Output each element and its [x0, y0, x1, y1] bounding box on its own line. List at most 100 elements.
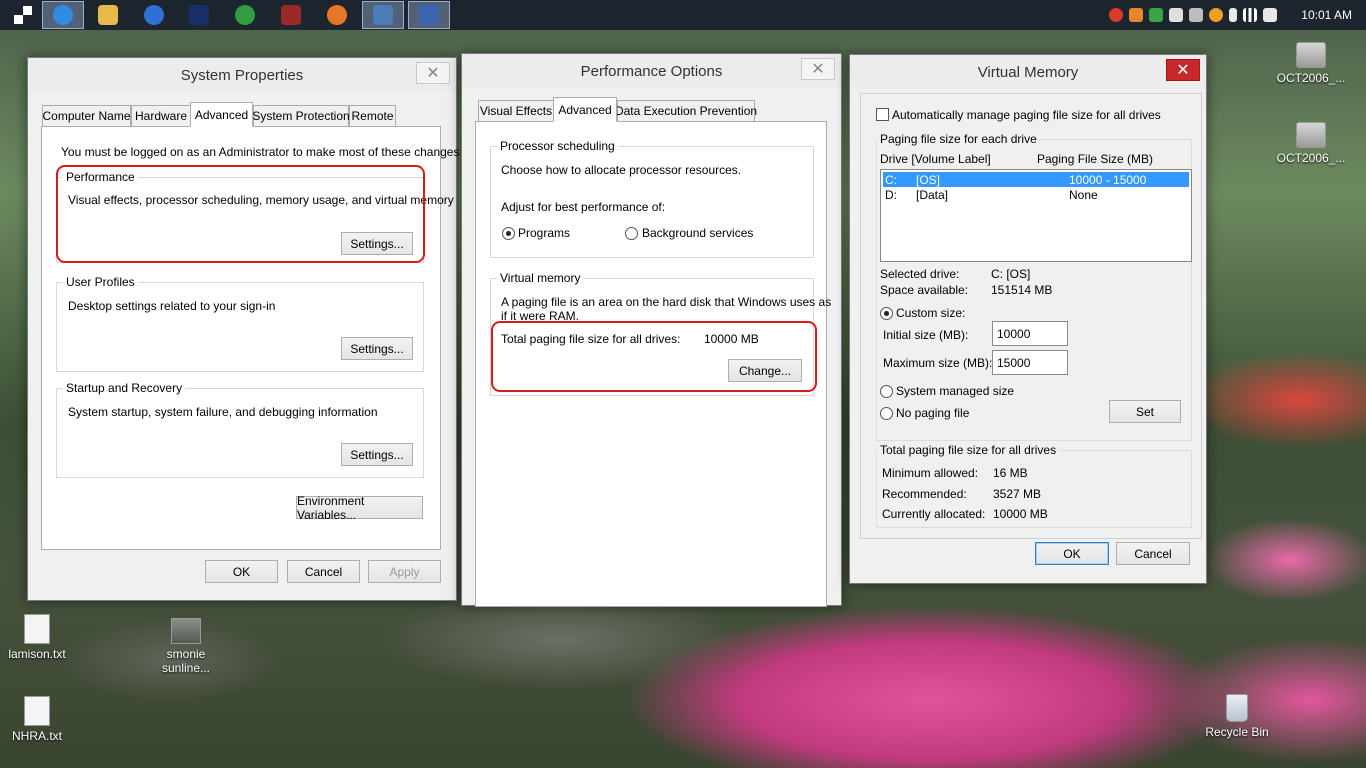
system-managed-radio[interactable]: [880, 385, 893, 398]
system-properties-window: System Properties ✕ Computer Name Hardwa…: [27, 57, 463, 601]
image-file-icon: [171, 618, 201, 644]
drive-row-d[interactable]: D: [Data] None: [883, 187, 1189, 202]
email-client-icon: [144, 5, 164, 25]
volume-tray-icon[interactable]: [1263, 8, 1278, 22]
desktop-icon-nhra[interactable]: NHRA.txt: [0, 696, 82, 743]
space-available-value: 151514 MB: [991, 283, 1053, 297]
close-button[interactable]: ✕: [416, 62, 450, 84]
initial-size-label: Initial size (MB):: [883, 328, 969, 342]
system-tray: 10:01 AM: [1109, 0, 1358, 30]
virtual-memory-label: Virtual memory: [497, 271, 584, 285]
recommended-label: Recommended:: [882, 487, 967, 501]
space-available-label: Space available:: [880, 283, 969, 297]
maximum-size-input[interactable]: 15000: [992, 350, 1068, 375]
performance-options-titlebar[interactable]: Performance Options ✕: [462, 54, 841, 88]
text-file-icon: [24, 696, 50, 726]
text-file-icon: [24, 614, 50, 644]
taskbar-internet-explorer[interactable]: [42, 1, 84, 29]
currently-allocated-value: 10000 MB: [993, 507, 1048, 521]
security-tray-icon[interactable]: [1149, 8, 1164, 22]
tool-app-icon: [281, 5, 301, 25]
drive-row-c[interactable]: C: [OS] 10000 - 15000: [883, 172, 1189, 187]
set-button[interactable]: Set: [1109, 400, 1181, 423]
taskbar-performance-options[interactable]: [408, 1, 450, 29]
cancel-button[interactable]: Cancel: [1116, 542, 1190, 565]
signal-tray-icon[interactable]: [1243, 8, 1258, 22]
total-paging-group: Total paging file size for all drives Mi…: [876, 443, 1192, 528]
user-profiles-settings-button[interactable]: Settings...: [341, 337, 413, 360]
virtual-memory-body: Automatically manage paging file size fo…: [860, 93, 1202, 539]
close-icon: ✕: [426, 65, 440, 82]
user-profiles-label: User Profiles: [63, 275, 138, 289]
tab-hardware[interactable]: Hardware: [131, 105, 191, 127]
desktop-icon-oct2006-1[interactable]: OCT2006_...: [1266, 42, 1356, 85]
battery-tray-icon[interactable]: [1229, 8, 1238, 22]
taskbar-media-app[interactable]: [178, 1, 220, 29]
drive-icon: [1296, 122, 1326, 148]
tab-data-execution-prevention[interactable]: Data Execution Prevention: [615, 100, 757, 122]
close-icon: ✕: [1176, 62, 1190, 79]
desktop-icon-smonie[interactable]: smonie sunline...: [141, 618, 231, 675]
drive-icon: [1296, 42, 1326, 68]
close-button[interactable]: ✕: [801, 58, 835, 80]
desktop-icon-recycle-bin[interactable]: Recycle Bin: [1192, 694, 1282, 739]
printer-tray-icon[interactable]: [1189, 8, 1204, 22]
cancel-button[interactable]: Cancel: [287, 560, 360, 583]
ok-button[interactable]: OK: [205, 560, 278, 583]
background-services-label: Background services: [642, 226, 754, 240]
startup-recovery-group: Startup and Recovery System startup, sys…: [56, 381, 424, 478]
currently-allocated-label: Currently allocated:: [882, 507, 986, 521]
system-managed-label: System managed size: [896, 384, 1015, 398]
recommended-value: 3527 MB: [993, 487, 1042, 501]
taskbar-file-explorer[interactable]: [87, 1, 129, 29]
drive-list[interactable]: C: [OS] 10000 - 15000 D: [Data] None: [880, 169, 1192, 262]
taskbar-firefox[interactable]: [316, 1, 358, 29]
antivirus-tray-icon[interactable]: [1109, 8, 1124, 22]
initial-size-input[interactable]: 10000: [992, 321, 1068, 346]
programs-radio[interactable]: [502, 227, 515, 240]
tab-computer-name[interactable]: Computer Name: [42, 105, 131, 127]
startup-recovery-label: Startup and Recovery: [63, 381, 186, 395]
close-button[interactable]: ✕: [1166, 59, 1200, 81]
virtual-memory-highlight: [491, 321, 817, 392]
system-properties-titlebar[interactable]: System Properties ✕: [28, 58, 456, 92]
drive-column-header: Drive [Volume Label]: [880, 152, 991, 166]
taskbar-tool-app[interactable]: [270, 1, 312, 29]
startup-recovery-settings-button[interactable]: Settings...: [341, 443, 413, 466]
background-services-radio[interactable]: [625, 227, 638, 240]
apply-button: Apply: [368, 560, 441, 583]
auto-manage-checkbox[interactable]: [876, 108, 889, 121]
sync-tray-icon[interactable]: [1209, 8, 1224, 22]
programs-label: Programs: [518, 226, 571, 240]
ok-button[interactable]: OK: [1035, 542, 1109, 565]
desktop-icon-oct2006-2[interactable]: OCT2006_...: [1266, 122, 1356, 165]
firefox-icon: [327, 5, 347, 25]
tab-advanced[interactable]: Advanced: [553, 97, 617, 122]
tab-remote[interactable]: Remote: [349, 105, 396, 127]
selected-drive-value: C: [OS]: [991, 267, 1031, 281]
environment-variables-button[interactable]: Environment Variables...: [296, 494, 423, 522]
no-paging-file-radio[interactable]: [880, 407, 893, 420]
taskbar-email-client[interactable]: [133, 1, 175, 29]
desktop-icon-lamison[interactable]: lamison.txt: [0, 614, 82, 661]
custom-size-radio[interactable]: [880, 307, 893, 320]
selected-drive-label: Selected drive:: [880, 267, 960, 281]
total-paging-group-label: Total paging file size for all drives: [877, 443, 1060, 457]
start-button[interactable]: [2, 1, 44, 29]
clock[interactable]: 10:01 AM: [1301, 8, 1352, 22]
taskbar: 10:01 AM: [0, 0, 1366, 30]
virtual-memory-titlebar[interactable]: Virtual Memory ✕: [850, 55, 1206, 89]
no-paging-file-label: No paging file: [896, 406, 970, 420]
custom-size-label: Custom size:: [896, 306, 966, 320]
minimum-allowed-label: Minimum allowed:: [882, 466, 979, 480]
tab-advanced[interactable]: Advanced: [190, 102, 253, 127]
tab-visual-effects[interactable]: Visual Effects: [478, 100, 554, 122]
update-tray-icon[interactable]: [1129, 8, 1144, 22]
taskbar-camera-app[interactable]: [224, 1, 266, 29]
flag-tray-icon[interactable]: [1169, 8, 1184, 22]
taskbar-system-properties[interactable]: [362, 1, 404, 29]
internet-explorer-icon: [53, 5, 73, 25]
tab-system-protection[interactable]: System Protection: [252, 105, 350, 127]
user-profiles-description: Desktop settings related to your sign-in: [68, 299, 276, 313]
processor-scheduling-label: Processor scheduling: [497, 139, 618, 153]
